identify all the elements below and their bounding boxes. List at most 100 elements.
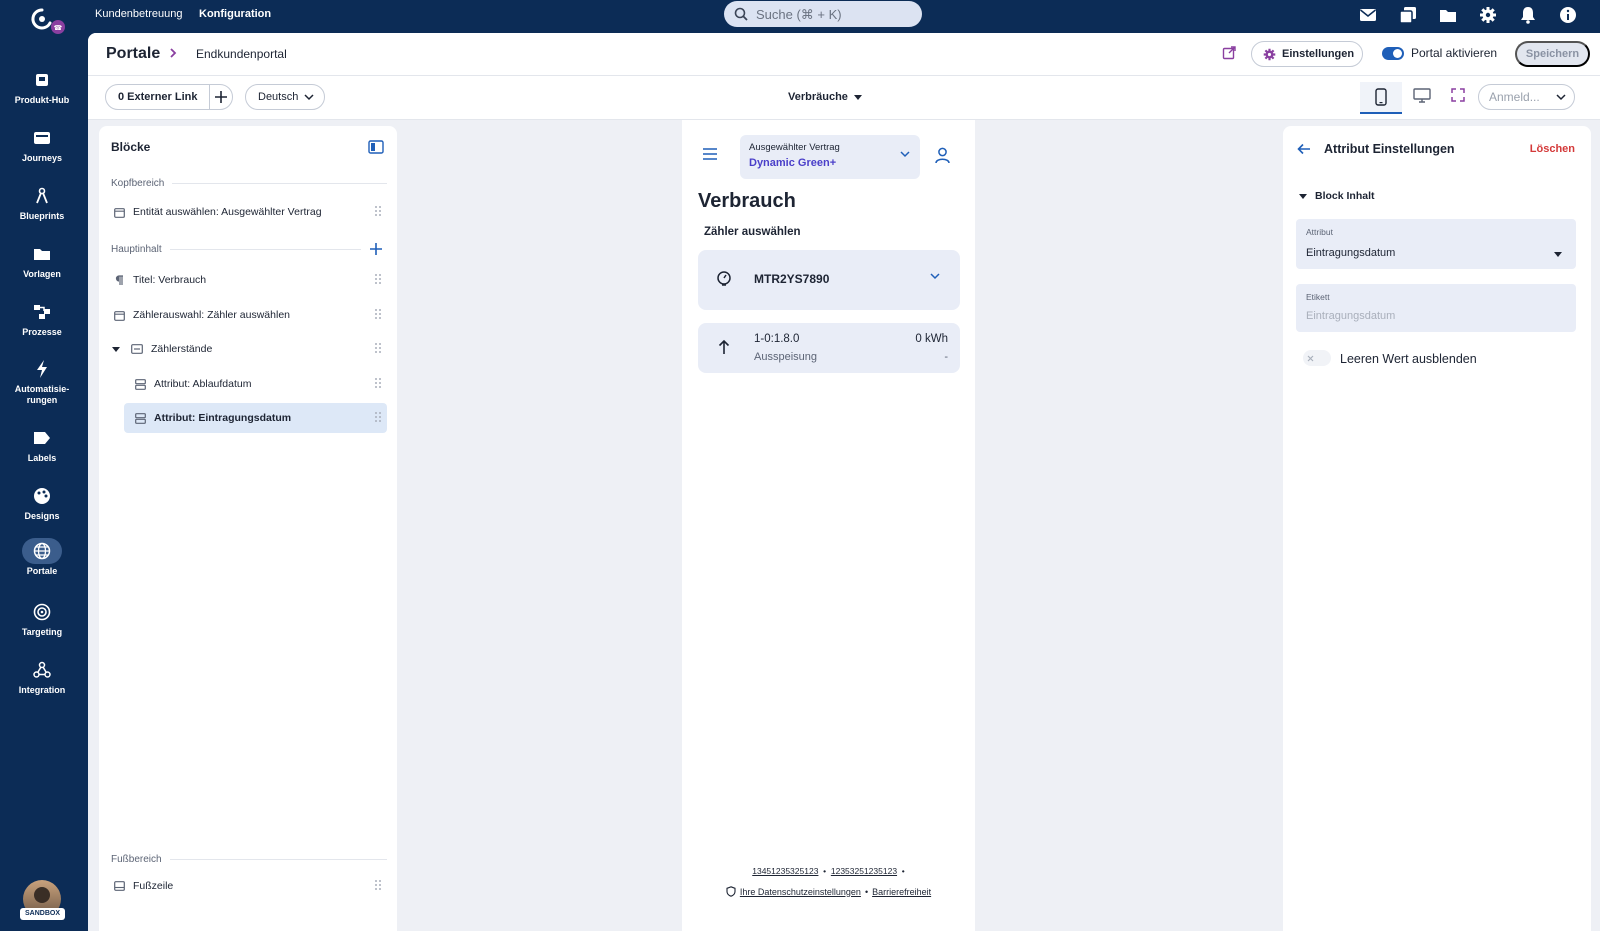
sidebar: ☎ Produkt-Hub Journeys Blueprints Vorlag…	[0, 0, 88, 931]
sidebar-item-targeting[interactable]: Targeting	[0, 599, 84, 638]
preview-title: Verbrauch	[698, 190, 796, 212]
open-external-icon[interactable]	[1222, 46, 1236, 60]
sidebar-item-vorlagen[interactable]: Vorlagen	[0, 241, 84, 280]
block-item-meter-readings[interactable]: Zählerstände	[111, 334, 387, 364]
meter-select-label: Zähler auswählen	[704, 226, 801, 238]
nav-link-konfiguration[interactable]: Konfiguration	[199, 8, 271, 20]
drag-handle-icon[interactable]	[375, 309, 381, 319]
contract-select-value: Dynamic Green+	[749, 157, 837, 169]
block-item-label: Titel: Verbrauch	[133, 274, 207, 286]
accessibility-link[interactable]: Barrierefreiheit	[872, 887, 931, 897]
search-bar[interactable]	[724, 1, 922, 27]
sidebar-item-blueprints[interactable]: Blueprints	[0, 183, 84, 222]
tag-input[interactable]	[1306, 310, 1556, 322]
tag-field[interactable]: Etikett	[1296, 284, 1576, 332]
block-item-label: Attribut: Eintragungsdatum	[154, 412, 292, 424]
meter-select[interactable]: MTR2YS7890	[698, 250, 960, 310]
privacy-settings-link[interactable]: Ihre Datenschutzeinstellungen	[740, 887, 861, 897]
footer-phone-link[interactable]: 13451235325123	[752, 866, 818, 876]
reading-value: 0 kWh	[915, 333, 948, 345]
contract-select[interactable]: Ausgewählter Vertrag Dynamic Green+	[740, 135, 920, 179]
block-item-attr-expiry[interactable]: Attribut: Ablaufdatum	[124, 369, 387, 399]
block-item-title[interactable]: Titel: Verbrauch	[111, 265, 387, 295]
attribute-icon	[132, 412, 148, 424]
gear-icon	[1263, 48, 1276, 61]
portal-activate-toggle[interactable]	[1382, 47, 1404, 60]
block-content-group-toggle[interactable]: Block Inhalt	[1299, 190, 1375, 202]
external-link-group: 0 Externer Link	[105, 84, 233, 110]
nav-link-kundenbetreuung[interactable]: Kundenbetreuung	[95, 8, 182, 20]
search-icon	[734, 7, 748, 21]
bell-icon[interactable]	[1518, 5, 1538, 25]
save-button[interactable]: Speichern	[1515, 41, 1590, 67]
info-icon[interactable]	[1558, 5, 1578, 25]
footer-icon	[111, 881, 127, 891]
login-select[interactable]: Anmeld...	[1478, 84, 1575, 110]
palette-icon	[22, 483, 62, 509]
page-select[interactable]: Verbräuche	[788, 91, 862, 103]
search-input[interactable]	[756, 6, 906, 22]
settings-button[interactable]: Einstellungen	[1251, 41, 1363, 67]
group-icon	[129, 344, 145, 354]
drag-handle-icon[interactable]	[375, 343, 381, 353]
paragraph-icon	[111, 274, 127, 286]
block-content-label: Block Inhalt	[1315, 190, 1375, 202]
sidebar-toggle-icon[interactable]	[368, 140, 384, 154]
shield-icon	[726, 886, 736, 897]
topbar: Kundenbetreuung Konfiguration	[88, 0, 1600, 33]
sidebar-item-designs[interactable]: Designs	[0, 483, 84, 522]
block-item-meter-select[interactable]: Zählerauswahl: Zähler auswählen	[111, 300, 387, 330]
drag-handle-icon[interactable]	[375, 378, 381, 388]
block-item-label: Attribut: Ablaufdatum	[154, 378, 252, 390]
sidebar-item-journeys[interactable]: Journeys	[0, 125, 84, 164]
page-header: Portale Endkundenportal Einstellungen Po…	[88, 33, 1600, 76]
block-item-attr-entry-date[interactable]: Attribut: Eintragungsdatum	[124, 403, 387, 433]
sidebar-item-automatisierungen[interactable]: Automatisie- rungen	[0, 356, 84, 406]
language-select[interactable]: Deutsch	[245, 84, 325, 110]
attribute-select-label: Attribut	[1306, 227, 1333, 237]
sidebar-item-produkt-hub[interactable]: Produkt-Hub	[0, 67, 84, 106]
hide-empty-value-toggle[interactable]	[1303, 350, 1331, 366]
device-mobile-button[interactable]	[1360, 82, 1402, 114]
block-item-entity-select[interactable]: Entität auswählen: Ausgewählter Vertrag	[111, 197, 387, 227]
arrow-left-icon[interactable]	[1297, 143, 1311, 155]
calendar-icon	[111, 207, 127, 218]
caret-down-icon	[853, 94, 862, 100]
copy-icon[interactable]	[1398, 5, 1418, 25]
tag-field-label: Etikett	[1306, 292, 1330, 302]
shop-icon	[22, 67, 62, 93]
add-block-icon[interactable]	[370, 243, 382, 255]
external-link-button[interactable]: 0 Externer Link	[106, 85, 211, 109]
attribute-select[interactable]: Attribut Eintragungsdatum	[1296, 219, 1576, 269]
reading-type: Ausspeisung	[754, 351, 817, 363]
drag-handle-icon[interactable]	[375, 206, 381, 216]
app-logo-icon[interactable]: ☎	[28, 6, 68, 36]
delete-button[interactable]: Löschen	[1530, 143, 1575, 155]
menu-icon[interactable]	[702, 148, 718, 160]
user-icon[interactable]	[935, 147, 950, 164]
drag-handle-icon[interactable]	[375, 412, 381, 422]
footer-phone-link[interactable]: 12353251235123	[831, 866, 897, 876]
plus-icon[interactable]	[210, 91, 232, 103]
drag-handle-icon[interactable]	[375, 274, 381, 284]
sidebar-item-integration[interactable]: Integration	[0, 657, 84, 696]
sidebar-item-labels[interactable]: Labels	[0, 425, 84, 464]
globe-icon	[22, 538, 62, 564]
caret-down-icon[interactable]	[111, 346, 121, 352]
attribute-select-value: Eintragungsdatum	[1306, 247, 1396, 259]
drag-handle-icon[interactable]	[375, 880, 381, 890]
gear-icon[interactable]	[1478, 5, 1498, 25]
mail-icon[interactable]	[1358, 5, 1378, 25]
fullscreen-icon[interactable]	[1451, 88, 1465, 102]
arrow-up-icon	[718, 339, 730, 355]
folder-icon[interactable]	[1438, 5, 1458, 25]
meter-reading-row: 1-0:1.8.0 Ausspeisung 0 kWh -	[698, 323, 960, 373]
blocks-title: Blöcke	[111, 140, 151, 154]
breadcrumb-root[interactable]: Portale	[106, 45, 160, 63]
mobile-icon	[1375, 88, 1387, 106]
desktop-icon[interactable]	[1413, 88, 1431, 103]
block-item-footer[interactable]: Fußzeile	[111, 871, 387, 901]
sidebar-item-prozesse[interactable]: Prozesse	[0, 299, 84, 338]
close-icon	[1307, 355, 1314, 362]
sidebar-item-portale[interactable]: Portale	[0, 538, 84, 577]
